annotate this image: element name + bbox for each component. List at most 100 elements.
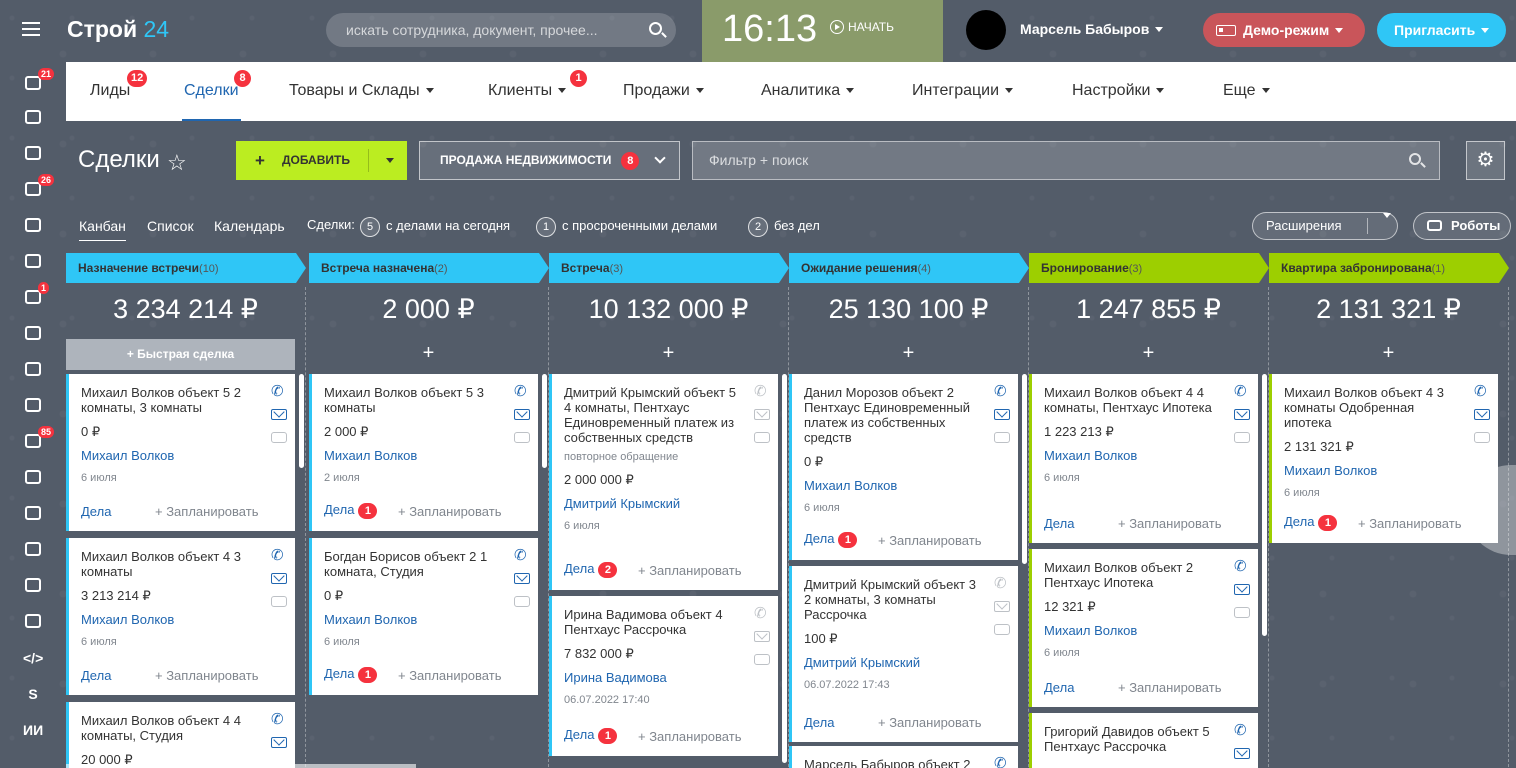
quick-deal-button[interactable]: + Быстрая сделка (66, 339, 295, 370)
deal-responsible[interactable]: Михаил Волков (324, 612, 498, 627)
tab-8[interactable]: Еще (1223, 82, 1270, 100)
search-icon[interactable] (1409, 153, 1421, 165)
chat-icon[interactable] (754, 654, 770, 665)
deal-responsible[interactable]: Ирина Вадимова (564, 670, 738, 685)
column-scrollbar[interactable] (1262, 374, 1267, 636)
sidebar-item[interactable]: ИИ (23, 722, 43, 742)
deal-activities-link[interactable]: Дела (81, 504, 111, 519)
chat-icon[interactable] (754, 432, 770, 443)
sidebar-item[interactable]: S (23, 686, 43, 706)
schedule-link[interactable]: + Запланировать (878, 533, 981, 548)
deal-responsible[interactable]: Дмитрий Крымский (564, 496, 738, 511)
deal-activities-link[interactable]: Дела 1 (564, 727, 618, 744)
deal-responsible[interactable]: Михаил Волков (1044, 448, 1218, 463)
view-calendar[interactable]: Календарь (214, 218, 285, 234)
mail-icon[interactable] (1234, 409, 1250, 420)
deal-card[interactable]: Михаил Волков объект 4 4 комнаты, Пентха… (1029, 374, 1258, 543)
phone-icon[interactable]: ✆ (514, 548, 530, 563)
deal-title[interactable]: Михаил Волков объект 5 2 комнаты, 3 комн… (81, 385, 255, 415)
column-scrollbar[interactable] (542, 374, 547, 468)
schedule-link[interactable]: + Запланировать (155, 668, 258, 683)
deal-title[interactable]: Михаил Волков объект 4 3 комнаты (81, 549, 255, 579)
add-deal-plus-icon[interactable]: + (1269, 342, 1508, 365)
add-deal-plus-icon[interactable]: + (789, 342, 1028, 365)
mail-icon[interactable] (271, 409, 287, 420)
add-deal-plus-icon[interactable]: + (309, 342, 548, 365)
chat-icon[interactable] (994, 432, 1010, 443)
deal-card[interactable]: Григорий Давидов объект 5 Пентхаус Расср… (1029, 713, 1258, 768)
schedule-link[interactable]: + Запланировать (398, 504, 501, 519)
phone-icon[interactable]: ✆ (994, 384, 1010, 399)
deal-title[interactable]: Дмитрий Крымский объект 3 2 комнаты, 3 к… (804, 577, 978, 622)
tab-1[interactable]: Сделки 8 (182, 70, 251, 121)
mail-icon[interactable] (994, 601, 1010, 612)
deal-activities-link[interactable]: Дела (804, 715, 834, 730)
chat-icon[interactable] (1234, 432, 1250, 443)
sidebar-item[interactable] (23, 468, 43, 488)
menu-icon[interactable] (22, 22, 40, 36)
sidebar-item[interactable] (23, 540, 43, 560)
chevron-down-icon[interactable] (386, 158, 394, 163)
deal-activities-link[interactable]: Дела 2 (564, 561, 618, 578)
deal-card[interactable]: Данил Морозов объект 2 Пентхаус Единовре… (789, 374, 1018, 560)
phone-icon[interactable]: ✆ (1234, 384, 1250, 399)
sidebar-item[interactable] (23, 612, 43, 632)
mail-icon[interactable] (1234, 584, 1250, 595)
mail-icon[interactable] (1474, 409, 1490, 420)
column-header[interactable]: Бронирование(3) (1029, 253, 1269, 283)
deal-title[interactable]: Дмитрий Крымский объект 5 4 комнаты, Пен… (564, 385, 738, 445)
chat-icon[interactable] (271, 432, 287, 443)
start-day-button[interactable]: НАЧАТЬ (830, 20, 894, 34)
tab-3[interactable]: Клиенты 1 (488, 70, 587, 100)
chat-icon[interactable] (514, 432, 530, 443)
add-deal-plus-icon[interactable]: + (549, 342, 788, 365)
extensions-button[interactable]: Расширения (1252, 212, 1398, 240)
mail-icon[interactable] (994, 409, 1010, 420)
phone-icon[interactable]: ✆ (754, 606, 770, 621)
sidebar-item[interactable]: </> (23, 650, 43, 670)
phone-icon[interactable]: ✆ (1474, 384, 1490, 399)
deal-responsible[interactable]: Михаил Волков (804, 478, 978, 493)
mail-icon[interactable] (1234, 748, 1250, 759)
schedule-link[interactable]: + Запланировать (398, 668, 501, 683)
sidebar-item[interactable] (23, 396, 43, 416)
sidebar-item[interactable]: 26 (23, 174, 55, 200)
deal-responsible[interactable]: Михаил Волков (81, 612, 255, 627)
deal-card[interactable]: Марсель Бабыров объект 2 ✆ (789, 746, 1018, 768)
deal-card[interactable]: Михаил Волков объект 4 4 комнаты, Студия… (66, 702, 295, 768)
sidebar-item[interactable]: 85 (23, 426, 55, 452)
demo-mode-button[interactable]: Демо-режим (1203, 13, 1365, 47)
tab-6[interactable]: Интеграции (912, 82, 1014, 100)
filter-input[interactable]: Фильтр + поиск (692, 141, 1440, 180)
counter-today[interactable]: 5с делами на сегодня (360, 217, 510, 237)
deal-title[interactable]: Григорий Давидов объект 5 Пентхаус Расср… (1044, 724, 1218, 754)
sidebar-item[interactable] (23, 252, 43, 272)
sidebar-item[interactable] (23, 108, 43, 128)
invite-button[interactable]: Пригласить (1377, 13, 1506, 47)
mail-icon[interactable] (514, 573, 530, 584)
tab-7[interactable]: Настройки (1072, 82, 1165, 100)
chat-icon[interactable] (271, 596, 287, 607)
deal-card[interactable]: Дмитрий Крымский объект 3 2 комнаты, 3 к… (789, 566, 1018, 742)
deal-activities-link[interactable]: Дела 1 (1284, 514, 1338, 531)
add-button[interactable]: + ДОБАВИТЬ (236, 141, 407, 180)
column-scrollbar[interactable] (1022, 374, 1027, 564)
phone-icon[interactable]: ✆ (271, 548, 287, 563)
column-header[interactable]: Назначение встречи(10) (66, 253, 306, 283)
deal-card[interactable]: Богдан Борисов объект 2 1 комната, Студи… (309, 538, 538, 695)
mail-icon[interactable] (514, 409, 530, 420)
category-select[interactable]: ПРОДАЖА НЕДВИЖИМОСТИ 8 (419, 141, 680, 180)
deal-responsible[interactable]: Михаил Волков (81, 448, 255, 463)
phone-icon[interactable]: ✆ (514, 384, 530, 399)
phone-icon[interactable]: ✆ (994, 576, 1010, 591)
column-header[interactable]: Встреча(3) (549, 253, 789, 283)
deal-title[interactable]: Михаил Волков объект 2 Пентхаус Ипотека (1044, 560, 1218, 590)
sidebar-item[interactable]: 21 (23, 68, 55, 94)
deal-title[interactable]: Михаил Волков объект 5 3 комнаты (324, 385, 498, 415)
view-list[interactable]: Список (147, 218, 194, 234)
sidebar-item[interactable] (23, 216, 43, 236)
mail-icon[interactable] (754, 631, 770, 642)
schedule-link[interactable]: + Запланировать (638, 563, 741, 578)
schedule-link[interactable]: + Запланировать (878, 715, 981, 730)
robots-button[interactable]: Роботы (1413, 212, 1511, 240)
